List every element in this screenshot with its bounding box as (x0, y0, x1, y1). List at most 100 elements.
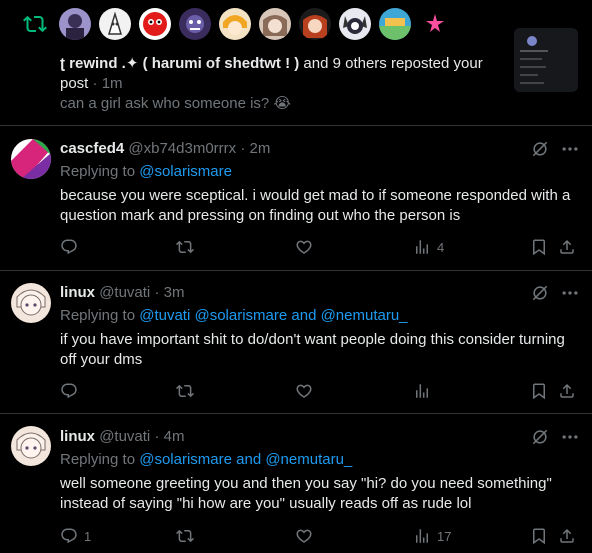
post-thumbnail[interactable] (514, 28, 578, 92)
bookmark-button[interactable] (530, 381, 548, 401)
avatar-2[interactable] (99, 8, 131, 40)
views-button[interactable]: 17 (413, 526, 451, 546)
share-icon (560, 239, 574, 254)
tweet-text[interactable]: because you were sceptical. i would get … (60, 186, 580, 226)
replying-to: Replying to @tuvati @solarismare and @ne… (60, 306, 408, 326)
avatar-7[interactable] (299, 8, 331, 40)
bookmark-button[interactable] (530, 526, 548, 546)
avatar[interactable] (11, 426, 51, 466)
tweet-header: cascfed4 @xb74d3m0rrrx · 2m (60, 139, 270, 159)
post-snippet[interactable]: can a girl ask who someone is? 😭 (60, 94, 291, 114)
divider (0, 270, 592, 271)
grok-icon[interactable] (530, 139, 550, 159)
avatar-1[interactable] (59, 8, 91, 40)
reply-icon (61, 239, 77, 255)
tweet-header: linux @tuvati · 3m (60, 283, 184, 303)
handle[interactable]: @tuvati (99, 428, 150, 445)
bookmark-button[interactable] (530, 237, 548, 257)
bookmark-icon (533, 528, 545, 545)
display-name[interactable]: linux (60, 284, 95, 301)
replying-link[interactable]: @tuvati @solarismare and @nemutaru_ (139, 307, 407, 324)
tweet-text[interactable]: if you have important shit to do/don't w… (60, 330, 580, 370)
replying-prefix: Replying to (60, 163, 140, 180)
avatar-3[interactable] (139, 8, 171, 40)
divider (0, 413, 592, 414)
like-button[interactable] (295, 526, 319, 546)
bookmark-icon (533, 383, 545, 400)
more-icon[interactable] (560, 283, 580, 303)
tweet-top-icons (530, 427, 580, 447)
repost-action-icon (176, 529, 194, 543)
share-button[interactable] (558, 526, 576, 546)
views-button[interactable] (413, 381, 437, 401)
share-icon (560, 528, 574, 543)
grok-icon[interactable] (530, 427, 550, 447)
reply-button[interactable]: 1 (60, 526, 91, 546)
time-sep: · (150, 284, 164, 301)
display-name[interactable]: linux (60, 428, 95, 445)
view-count: 4 (437, 239, 445, 255)
avatar-9[interactable] (379, 8, 411, 40)
reply-count: 1 (84, 528, 92, 544)
view-count: 17 (437, 528, 452, 544)
tweet-actions (60, 381, 580, 401)
tweet-top-icons (530, 139, 580, 159)
tweet-actions: 4 (60, 237, 580, 257)
repost-button[interactable] (176, 526, 200, 546)
more-icon[interactable] (560, 427, 580, 447)
share-button[interactable] (558, 381, 576, 401)
reply-button[interactable] (60, 237, 84, 257)
like-button[interactable] (295, 381, 319, 401)
avatar[interactable] (11, 283, 51, 323)
timestamp[interactable]: 3m (164, 284, 185, 301)
share-button[interactable] (558, 237, 576, 257)
avatar-6[interactable] (259, 8, 291, 40)
bookmark-icon (533, 239, 545, 256)
repost-suffix: and 9 others reposted your (299, 55, 483, 72)
time-sep: · (88, 75, 102, 92)
replying-prefix: Replying to (60, 307, 140, 324)
share-icon (560, 383, 574, 398)
handle[interactable]: @tuvati (99, 284, 150, 301)
avatar-10[interactable] (419, 8, 451, 40)
reposter-name[interactable]: ʈ rewind .✦ ( harumi of shedtwt ! ) (60, 55, 299, 72)
reposter-avatars (59, 8, 451, 40)
display-name[interactable]: cascfed4 (60, 140, 124, 157)
replying-link[interactable]: @solarismare and @nemutaru_ (139, 451, 352, 468)
repost-icon (21, 12, 49, 36)
timestamp[interactable]: 2m (250, 140, 271, 157)
replying-prefix: Replying to (60, 451, 140, 468)
views-button[interactable]: 4 (413, 237, 444, 257)
repost-action-icon (176, 384, 194, 398)
avatar[interactable] (11, 139, 51, 179)
handle[interactable]: @xb74d3m0rrrx (128, 140, 236, 157)
views-icon (416, 384, 428, 398)
repost-button[interactable] (176, 381, 200, 401)
time-sep: · (150, 428, 164, 445)
timestamp[interactable]: 4m (164, 428, 185, 445)
reply-button[interactable] (60, 381, 84, 401)
divider (0, 125, 592, 126)
tweet-top-icons (530, 283, 580, 303)
post-word: post (60, 75, 89, 92)
reply-icon (61, 383, 77, 399)
tweet-actions: 1 17 (60, 526, 580, 546)
heart-icon (296, 529, 312, 543)
reply-icon (61, 528, 77, 544)
heart-icon (296, 384, 312, 398)
avatar-8[interactable] (339, 8, 371, 40)
grok-icon[interactable] (530, 283, 550, 303)
more-icon[interactable] (560, 139, 580, 159)
repost-summary[interactable]: ʈ rewind .✦ ( harumi of shedtwt ! ) and … (60, 54, 510, 94)
like-button[interactable] (295, 237, 319, 257)
views-icon (416, 529, 428, 543)
avatar-4[interactable] (179, 8, 211, 40)
tweet-text[interactable]: well someone greeting you and then you s… (60, 474, 580, 514)
replying-to: Replying to @solarismare and @nemutaru_ (60, 450, 352, 470)
time-sep: · (236, 140, 250, 157)
replying-link[interactable]: @solarismare (139, 163, 232, 180)
avatar-5[interactable] (219, 8, 251, 40)
repost-action-icon (176, 240, 194, 254)
tweet-header: linux @tuvati · 4m (60, 427, 184, 447)
repost-button[interactable] (176, 237, 200, 257)
